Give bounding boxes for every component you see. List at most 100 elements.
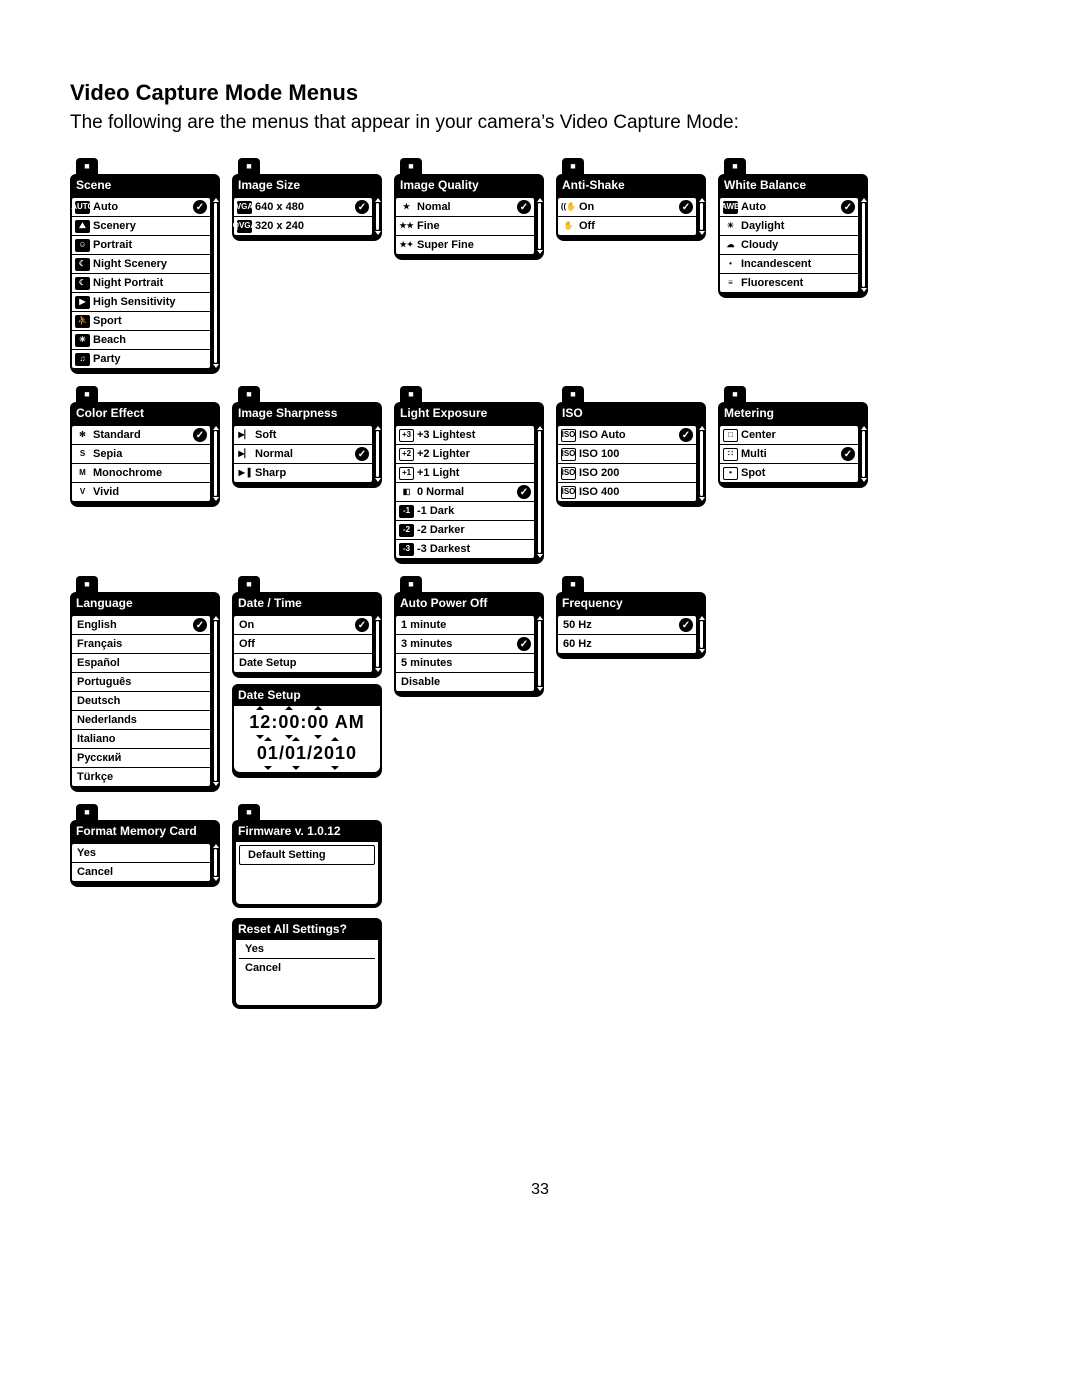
menu-item[interactable]: ✋Off [558, 217, 696, 235]
menu-item[interactable]: Nederlands [72, 711, 210, 730]
menu-item[interactable]: ISOISO 200 [558, 464, 696, 483]
item-label: ISO Auto [579, 429, 679, 441]
menu-item[interactable]: On✓ [234, 616, 372, 635]
menu-header: Image Sharpness [232, 402, 382, 424]
menu-item[interactable]: VVivid [72, 483, 210, 501]
menu-item[interactable]: English✓ [72, 616, 210, 635]
menu-item[interactable]: •Incandescent [720, 255, 858, 274]
menu-item[interactable]: Date Setup [234, 654, 372, 672]
menu-item[interactable]: ISOISO 400 [558, 483, 696, 501]
menu-item[interactable]: Disable [396, 673, 534, 691]
menu-item[interactable]: ☁Cloudy [720, 236, 858, 255]
scrollbar[interactable] [213, 844, 218, 881]
item-label: Scenery [93, 220, 207, 232]
menu-item[interactable]: 50 Hz✓ [558, 616, 696, 635]
menu-item[interactable]: Français [72, 635, 210, 654]
menu-item[interactable]: 5 minutes [396, 654, 534, 673]
scrollbar[interactable] [699, 616, 704, 653]
scrollbar[interactable] [213, 198, 218, 368]
scrollbar[interactable] [537, 426, 542, 558]
menu-item[interactable]: +2+2 Lighter [396, 445, 534, 464]
menu-item[interactable]: VGA640 x 480✓ [234, 198, 372, 217]
item-label: Fine [417, 220, 531, 232]
scrollbar[interactable] [861, 198, 866, 292]
menu-item[interactable]: -1-1 Dark [396, 502, 534, 521]
menu-item[interactable]: ((✋On✓ [558, 198, 696, 217]
menu-date_time: ■Date / TimeOn✓OffDate Setup [232, 576, 382, 678]
menu-item[interactable]: ✻Standard✓ [72, 426, 210, 445]
menu-item[interactable]: •Spot [720, 464, 858, 482]
menu-item[interactable]: ☀Beach [72, 331, 210, 350]
time-display[interactable]: 12:00:00 AM [238, 712, 376, 733]
scrollbar[interactable] [375, 198, 380, 235]
scrollbar[interactable] [213, 616, 218, 786]
menu-item[interactable]: Cancel [239, 959, 375, 977]
menu-item[interactable]: ★Nomal✓ [396, 198, 534, 217]
menu-item[interactable]: AUTOAuto✓ [72, 198, 210, 217]
check-icon: ✓ [679, 200, 693, 214]
menu-item[interactable]: Yes [239, 940, 375, 959]
menu-item[interactable]: ☾Night Portrait [72, 274, 210, 293]
scrollbar[interactable] [375, 616, 380, 672]
date-display[interactable]: 01/01/2010 [238, 743, 376, 764]
scrollbar[interactable] [537, 616, 542, 691]
menu-header: Date / Time [232, 592, 382, 614]
menu-item[interactable]: Русский [72, 749, 210, 768]
menu-item[interactable]: ∷Multi✓ [720, 445, 858, 464]
scrollbar[interactable] [213, 426, 218, 501]
menu-item[interactable]: +3+3 Lightest [396, 426, 534, 445]
menu-header: Image Size [232, 174, 382, 196]
item-label: Sharp [255, 467, 369, 479]
menu-item[interactable]: 3 minutes✓ [396, 635, 534, 654]
scrollbar[interactable] [375, 426, 380, 482]
menu-item[interactable]: ▶High Sensitivity [72, 293, 210, 312]
menu-item[interactable]: ☺Portrait [72, 236, 210, 255]
menu-item[interactable]: 60 Hz [558, 635, 696, 653]
menu-item[interactable]: ▶▏Normal✓ [234, 445, 372, 464]
menu-item[interactable]: ⛹Sport [72, 312, 210, 331]
menu-item[interactable]: ▶▐Sharp [234, 464, 372, 482]
menu-item[interactable]: ☀Daylight [720, 217, 858, 236]
menu-item[interactable]: Off [234, 635, 372, 654]
menu-header: Scene [70, 174, 220, 196]
menu-tab-icon: ■ [76, 158, 98, 174]
menu-item[interactable]: AWBAuto✓ [720, 198, 858, 217]
menu-item[interactable]: Italiano [72, 730, 210, 749]
menu-item[interactable]: ISOISO Auto✓ [558, 426, 696, 445]
menu-item[interactable]: ≡Fluorescent [720, 274, 858, 292]
menu-item[interactable]: 1 minute [396, 616, 534, 635]
menu-item[interactable]: ☾Night Scenery [72, 255, 210, 274]
menu-item[interactable]: Português [72, 673, 210, 692]
menu-item[interactable]: Default Setting [239, 845, 375, 865]
menu-item[interactable]: -2-2 Darker [396, 521, 534, 540]
scrollbar[interactable] [861, 426, 866, 482]
check-icon: ✓ [355, 618, 369, 632]
menu-item[interactable]: ♫Party [72, 350, 210, 368]
menu-item[interactable]: Cancel [72, 863, 210, 881]
menu-item[interactable]: □Center [720, 426, 858, 445]
menu-item[interactable]: ISOISO 100 [558, 445, 696, 464]
menu-item[interactable]: +1+1 Light [396, 464, 534, 483]
menu-header: ISO [556, 402, 706, 424]
scrollbar[interactable] [699, 198, 704, 235]
menu-item[interactable]: ★★Fine [396, 217, 534, 236]
menu-item[interactable]: ⛰Scenery [72, 217, 210, 236]
menu-item[interactable]: -3-3 Darkest [396, 540, 534, 558]
item-label: Cloudy [741, 239, 855, 251]
scrollbar[interactable] [537, 198, 542, 254]
menu-item[interactable]: ▶▏Soft [234, 426, 372, 445]
check-icon: ✓ [841, 447, 855, 461]
menu-tab-icon: ■ [400, 576, 422, 592]
menu-item[interactable]: ★✦Super Fine [396, 236, 534, 254]
menu-item[interactable]: Español [72, 654, 210, 673]
menu-item[interactable]: SSepia [72, 445, 210, 464]
item-icon: -2 [399, 524, 414, 537]
menu-item[interactable]: Türkçe [72, 768, 210, 786]
menu-tab-icon: ■ [724, 386, 746, 402]
menu-item[interactable]: MMonochrome [72, 464, 210, 483]
menu-item[interactable]: QVGA320 x 240 [234, 217, 372, 235]
scrollbar[interactable] [699, 426, 704, 501]
menu-item[interactable]: Yes [72, 844, 210, 863]
menu-item[interactable]: ◧0 Normal✓ [396, 483, 534, 502]
menu-item[interactable]: Deutsch [72, 692, 210, 711]
